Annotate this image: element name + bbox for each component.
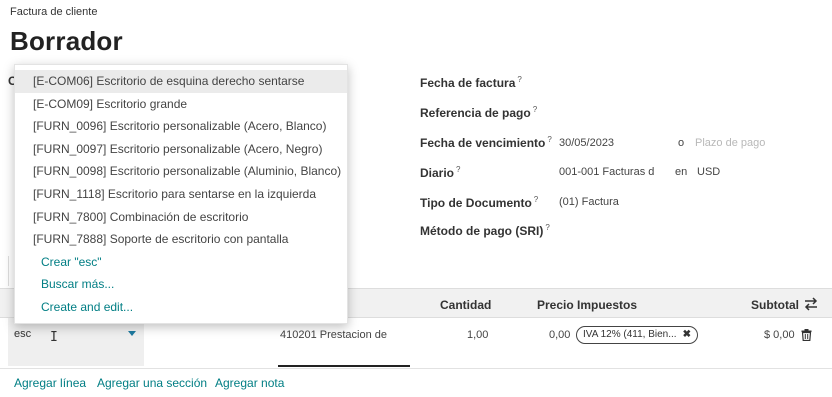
tax-tag[interactable]: IVA 12% (411, Bien... ✖ xyxy=(576,326,698,344)
account-cell[interactable]: 410201 Prestacion de xyxy=(280,329,387,341)
product-input[interactable] xyxy=(14,328,106,340)
in-label: en xyxy=(675,166,688,178)
column-header-price[interactable]: Precio xyxy=(537,298,574,312)
quantity-cell[interactable]: 1,00 xyxy=(467,329,488,341)
page-title: Borrador xyxy=(10,26,123,56)
add-note-link[interactable]: Agregar nota xyxy=(215,376,284,390)
table-row[interactable]: I 410201 Prestacion de 1,00 0,00 IVA 12%… xyxy=(0,318,832,368)
dropdown-caret-icon[interactable] xyxy=(128,331,136,336)
create-and-edit-option[interactable]: Create and edit... xyxy=(15,296,347,319)
currency-field[interactable]: USD xyxy=(697,166,720,178)
journal-label: Diario? xyxy=(420,165,461,180)
help-icon[interactable]: ? xyxy=(545,223,549,232)
help-icon[interactable]: ? xyxy=(547,135,551,144)
add-line-link[interactable]: Agregar línea xyxy=(14,376,86,390)
dropdown-item[interactable]: [E-COM09] Escritorio grande xyxy=(15,93,347,116)
column-header-taxes[interactable]: Impuestos xyxy=(577,298,637,312)
document-type-field[interactable]: (01) Factura xyxy=(559,196,619,208)
help-icon[interactable]: ? xyxy=(456,165,460,174)
column-header-subtotal[interactable]: Subtotal xyxy=(751,298,799,312)
row-divider xyxy=(0,368,832,369)
dropdown-item[interactable]: [FURN_7800] Combinación de escritorio xyxy=(15,206,347,229)
payment-terms-field[interactable]: Plazo de pago xyxy=(695,137,765,149)
dropdown-item[interactable]: [E-COM06] Escritorio de esquina derecho … xyxy=(15,70,347,93)
trash-icon[interactable] xyxy=(801,329,812,341)
dropdown-item[interactable]: [FURN_0098] Escritorio personalizable (A… xyxy=(15,160,347,183)
dropdown-item[interactable]: [FURN_1118] Escritorio para sentarse en … xyxy=(15,183,347,206)
product-autocomplete-dropdown: [E-COM06] Escritorio de esquina derecho … xyxy=(14,64,348,324)
invoice-date-label: Fecha de factura? xyxy=(420,75,522,90)
add-section-link[interactable]: Agregar una sección xyxy=(97,376,207,390)
payment-method-label: Método de pago (SRI)? xyxy=(420,223,550,238)
close-icon[interactable]: ✖ xyxy=(683,329,691,340)
price-cell[interactable]: 0,00 xyxy=(549,329,570,341)
document-type-label: Tipo de Documento? xyxy=(420,195,539,210)
help-icon[interactable]: ? xyxy=(533,105,537,114)
dropdown-item[interactable]: [FURN_7888] Soporte de escritorio con pa… xyxy=(15,228,347,251)
dropdown-item[interactable]: [FURN_0097] Escritorio personalizable (A… xyxy=(15,138,347,161)
account-underline xyxy=(278,365,410,367)
text-cursor-icon: I xyxy=(50,330,58,345)
column-header-quantity[interactable]: Cantidad xyxy=(440,298,491,312)
tax-tag-label: IVA 12% (411, Bien... xyxy=(583,329,677,340)
help-icon[interactable]: ? xyxy=(517,75,521,84)
due-date-field[interactable]: 30/05/2023 xyxy=(559,137,614,149)
column-settings-icon[interactable] xyxy=(804,297,818,311)
payment-reference-label: Referencia de pago? xyxy=(420,105,538,120)
help-icon[interactable]: ? xyxy=(534,195,538,204)
dropdown-item[interactable]: [FURN_0096] Escritorio personalizable (A… xyxy=(15,115,347,138)
journal-field[interactable]: 001-001 Facturas d xyxy=(559,166,654,178)
or-label: o xyxy=(678,137,685,149)
subtotal-cell: $ 0,00 xyxy=(764,329,795,341)
breadcrumb[interactable]: Factura de cliente xyxy=(10,6,97,18)
search-more-option[interactable]: Buscar más... xyxy=(15,273,347,296)
due-date-label: Fecha de vencimiento? xyxy=(420,135,552,150)
product-cell[interactable]: I xyxy=(8,318,144,366)
create-option[interactable]: Crear "esc" xyxy=(15,251,347,274)
